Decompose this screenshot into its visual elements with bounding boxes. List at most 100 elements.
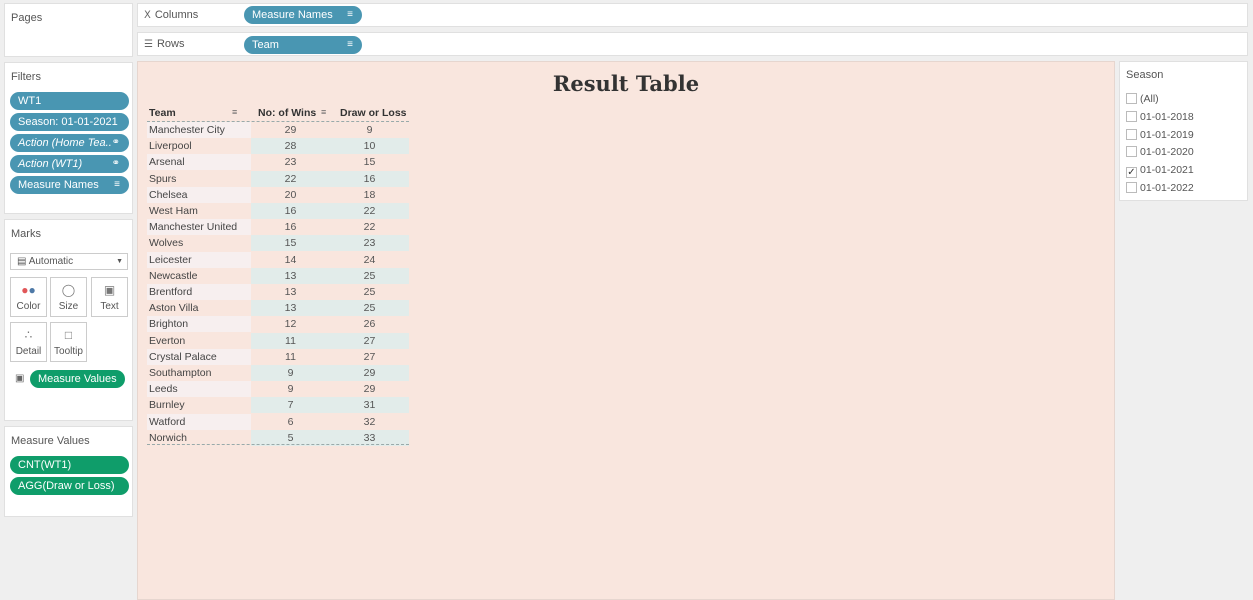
measure-pill-cnt-wt1[interactable]: CNT(WT1) [10,456,129,474]
filter-pill-season[interactable]: Season: 01-01-2021 [10,113,129,131]
table-row[interactable]: West Ham 16 22 [147,203,409,219]
table-row[interactable]: Manchester City 29 9 [147,122,409,138]
rows-pill-label: Team [252,39,279,51]
marks-button-label: Text [100,301,119,312]
filter-pill-label: Season: 01-01-2021 [18,116,118,128]
columns-shelf[interactable]: Ⅹ Columns Measure Names ≡ [137,3,1248,27]
columns-pill-measure-names[interactable]: Measure Names ≡ [244,6,362,24]
checkbox-icon[interactable] [1126,93,1137,104]
team-cell: Watford [147,413,251,430]
table-row[interactable]: Leicester 14 24 [147,251,409,268]
season-option[interactable]: 01-01-2019 [1126,128,1194,143]
filter-pill-action-home-team[interactable]: Action (Home Tea.. ⚭ [10,134,129,152]
header-team[interactable]: Team [149,107,176,119]
measure-names-icon: ≡ [114,179,120,190]
table-row[interactable]: Chelsea 20 18 [147,186,409,203]
draw-loss-cell: 27 [330,332,409,349]
size-icon: ◯ [61,283,76,297]
wins-cell: 23 [251,154,330,171]
draw-loss-cell: 9 [330,122,409,138]
draw-loss-cell: 18 [330,186,409,203]
marks-color-button[interactable]: ●● Color [10,277,47,317]
marks-button-label: Tooltip [54,346,83,357]
wins-cell: 28 [251,138,330,155]
checkbox-icon[interactable] [1126,146,1137,158]
marks-text-button[interactable]: ▣ Text [91,277,128,317]
measure-pill-agg-draw-loss[interactable]: AGG(Draw or Loss) [10,477,129,495]
marks-size-button[interactable]: ◯ Size [50,277,87,317]
wins-cell: 16 [251,219,330,236]
season-option[interactable]: 01-01-2018 [1126,110,1194,125]
columns-label-text: Columns [154,9,199,21]
team-cell: Newcastle [147,267,251,284]
table-row[interactable]: Manchester United 16 22 [147,219,409,236]
table-row[interactable]: Spurs 22 16 [147,170,409,187]
season-option[interactable]: ✓ 01-01-2021 [1126,164,1194,179]
mark-type-dropdown[interactable]: ▤ Automatic ▼ [10,253,128,270]
sort-icon[interactable]: ≡ [232,107,237,117]
filter-pill-label: Action (Home Tea.. [18,137,112,149]
team-cell: Burnley [147,397,251,414]
filter-pill-wt1[interactable]: WT1 [10,92,129,110]
draw-loss-cell: 25 [330,284,409,300]
filter-pill-measure-names[interactable]: Measure Names ≡ [10,176,129,194]
table-row[interactable]: Liverpool 28 10 [147,138,409,155]
table-row[interactable]: Leeds 9 29 [147,381,409,398]
wins-cell: 29 [251,122,330,138]
table-row[interactable]: Brighton 12 26 [147,316,409,333]
marks-pill-label: Measure Values [38,373,117,385]
header-draw-loss[interactable]: Draw or Loss [340,107,407,119]
draw-loss-cell: 29 [330,365,409,381]
season-filter-title: Season [1126,69,1164,81]
marks-tooltip-button[interactable]: □ Tooltip [50,322,87,362]
table-row[interactable]: Newcastle 13 25 [147,267,409,284]
sort-icon[interactable]: ≡ [321,107,326,117]
wins-cell: 20 [251,186,330,203]
filter-pill-label: Measure Names [18,179,99,191]
season-option-label: 01-01-2020 [1140,146,1194,159]
header-wins[interactable]: No: of Wins [258,107,316,119]
table-row[interactable]: Wolves 15 23 [147,235,409,252]
marks-detail-button[interactable]: ∴ Detail [10,322,47,362]
wins-cell: 15 [251,235,330,252]
measure-values-title: Measure Values [11,435,90,447]
team-cell: Aston Villa [147,300,251,317]
table-row[interactable]: Arsenal 23 15 [147,154,409,171]
team-cell: Manchester United [147,219,251,236]
text-encoding-icon: ▣ [15,373,25,384]
season-option[interactable]: 01-01-2022 [1126,182,1194,196]
team-cell: Spurs [147,170,251,187]
table-row[interactable]: Crystal Palace 11 27 [147,348,409,365]
rows-icon: ☰ [144,39,153,50]
columns-pill-label: Measure Names [252,9,333,21]
filter-pill-action-wt1[interactable]: Action (WT1) ⚭ [10,155,129,173]
checkbox-icon[interactable] [1126,128,1137,140]
table-row[interactable]: Southampton 9 29 [147,365,409,381]
wins-cell: 9 [251,365,330,381]
rows-shelf[interactable]: ☰ Rows Team ≡ [137,32,1248,56]
table-row[interactable]: Burnley 7 31 [147,397,409,414]
season-option[interactable]: 01-01-2020 [1126,146,1194,160]
season-option[interactable]: (All) [1126,93,1159,107]
table-row[interactable]: Watford 6 32 [147,413,409,430]
team-cell: Chelsea [147,186,251,203]
table-row[interactable]: Brentford 13 25 [147,284,409,300]
team-cell: Southampton [147,365,251,381]
draw-loss-cell: 10 [330,138,409,155]
checkbox-icon[interactable] [1126,110,1137,122]
draw-loss-cell: 24 [330,251,409,268]
table-row[interactable]: Everton 11 27 [147,332,409,349]
viz-canvas[interactable]: Result Table Team ≡ No: of Wins ≡ Draw o… [137,61,1115,600]
wins-cell: 7 [251,397,330,414]
marks-pill-measure-values[interactable]: Measure Values [30,370,125,388]
season-option-label: (All) [1140,93,1159,105]
wins-cell: 13 [251,284,330,300]
season-option-label: 01-01-2018 [1140,110,1194,123]
viz-title: Result Table [552,71,700,96]
rows-pill-team[interactable]: Team ≡ [244,36,362,54]
draw-loss-cell: 27 [330,348,409,365]
checkbox-checked-icon[interactable]: ✓ [1126,167,1137,179]
table-row[interactable]: Aston Villa 13 25 [147,300,409,317]
detail-icon: ∴ [24,328,33,342]
checkbox-icon[interactable] [1126,182,1137,193]
